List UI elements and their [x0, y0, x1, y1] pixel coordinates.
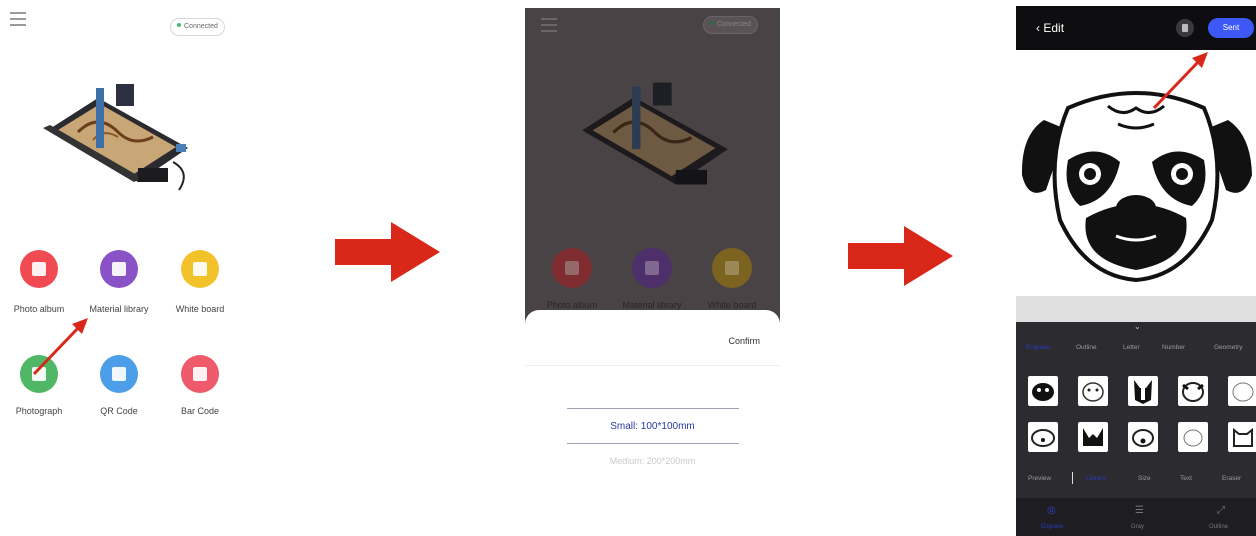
barcode-label: Bar Code — [180, 406, 220, 416]
nav-outline[interactable]: Outline — [1209, 524, 1228, 530]
outline-icon[interactable]: ⤢ — [1217, 505, 1225, 516]
tab-letter[interactable]: Letter — [1123, 344, 1140, 351]
gray-icon[interactable]: ☰ — [1135, 505, 1144, 516]
delete-icon[interactable] — [1176, 19, 1194, 37]
engrave-icon[interactable]: ◎ — [1047, 505, 1056, 516]
laser-engraver-image — [43, 84, 188, 191]
whiteboard-icon — [725, 261, 739, 275]
tool-size[interactable]: Size — [1138, 475, 1151, 482]
whiteboard-icon — [193, 262, 207, 276]
toolbar-divider — [1072, 472, 1073, 484]
size-bottom-sheet: Confirm Small: 100*100mm Medium: 200*200… — [525, 310, 780, 536]
library-item[interactable] — [1128, 376, 1158, 406]
nav-engrave[interactable]: Engrave — [1041, 524, 1063, 530]
pointer-arrow-icon — [32, 318, 88, 376]
material-library-icon — [112, 262, 126, 276]
confirm-button[interactable]: Confirm — [728, 336, 760, 346]
picker-selection-line — [567, 408, 739, 409]
library-panel: ⌄ Engrave Outline Letter Number Geometry… — [1016, 322, 1256, 536]
whiteboard-button[interactable] — [181, 250, 219, 288]
qr-code-button[interactable] — [100, 355, 138, 393]
hamburger-menu-icon[interactable] — [10, 12, 26, 26]
qr-code-label: QR Code — [100, 406, 138, 416]
sheet-divider — [525, 365, 780, 366]
connection-status-badge: Connected — [703, 16, 758, 34]
picker-selection-line — [567, 443, 739, 444]
tool-preview[interactable]: Preview — [1028, 475, 1051, 482]
library-item[interactable] — [1228, 422, 1256, 452]
screen-size-picker: Connected Photo album Material library W… — [525, 8, 780, 536]
photo-icon — [565, 261, 579, 275]
status-dot-icon — [177, 23, 181, 28]
library-item[interactable] — [1178, 422, 1208, 452]
library-item[interactable] — [1078, 376, 1108, 406]
photo-album-button[interactable] — [20, 250, 58, 288]
qr-code-icon — [112, 367, 126, 381]
size-option-small[interactable]: Small: 100*100mm — [525, 421, 780, 432]
tab-outline[interactable]: Outline — [1076, 344, 1097, 351]
tool-eraser[interactable]: Eraser — [1222, 475, 1241, 482]
hamburger-menu-icon[interactable] — [541, 18, 557, 32]
library-item[interactable] — [1178, 376, 1208, 406]
tool-library[interactable]: Library — [1086, 475, 1106, 482]
barcode-icon — [193, 367, 207, 381]
photo-album-label: Photo album — [546, 300, 598, 310]
nav-gray[interactable]: Gray — [1131, 524, 1144, 530]
material-library-icon — [645, 261, 659, 275]
pointer-arrow-icon — [1152, 52, 1208, 110]
screen-edit: ‹ Edit Sent ⌄ Engrave Outline Letter Num… — [1016, 6, 1256, 536]
screen-home: Connected Photo album Material library W… — [0, 0, 250, 536]
send-button[interactable]: Sent — [1208, 18, 1254, 38]
tab-engrave[interactable]: Engrave — [1026, 344, 1050, 351]
barcode-button[interactable] — [181, 355, 219, 393]
laser-engraver-image — [582, 82, 728, 185]
bottom-nav: ◎ ☰ ⤢ Engrave Gray Outline — [1016, 498, 1256, 536]
back-button[interactable]: ‹ Edit — [1036, 21, 1064, 35]
tab-geometry[interactable]: Geometry — [1214, 344, 1243, 351]
edit-title: Edit — [1043, 21, 1065, 35]
whiteboard-button — [712, 248, 752, 288]
material-library-label: Material library — [622, 300, 682, 310]
pug-artwork-image — [1021, 91, 1252, 283]
size-option-medium[interactable]: Medium: 200*200mm — [525, 456, 780, 466]
tool-text[interactable]: Text — [1180, 475, 1192, 482]
material-library-button[interactable] — [100, 250, 138, 288]
tab-number[interactable]: Number — [1162, 344, 1185, 351]
library-item[interactable] — [1128, 422, 1158, 452]
library-item[interactable] — [1028, 422, 1058, 452]
chevron-left-icon: ‹ — [1036, 21, 1040, 35]
whiteboard-label: White board — [175, 304, 225, 314]
flow-arrow-icon — [335, 222, 440, 282]
canvas-divider — [1016, 296, 1256, 322]
whiteboard-label: White board — [707, 300, 757, 310]
library-item[interactable] — [1228, 376, 1256, 406]
connection-status-badge: Connected — [170, 18, 225, 36]
library-item[interactable] — [1078, 422, 1108, 452]
edit-top-bar: ‹ Edit Sent — [1016, 6, 1256, 50]
library-item[interactable] — [1028, 376, 1058, 406]
photograph-label: Photograph — [15, 406, 63, 416]
photo-icon — [32, 262, 46, 276]
photo-album-button — [552, 248, 592, 288]
status-dot-icon — [710, 21, 714, 26]
material-library-button — [632, 248, 672, 288]
flow-arrow-icon — [848, 226, 953, 286]
chevron-down-icon[interactable]: ⌄ — [1134, 322, 1141, 331]
